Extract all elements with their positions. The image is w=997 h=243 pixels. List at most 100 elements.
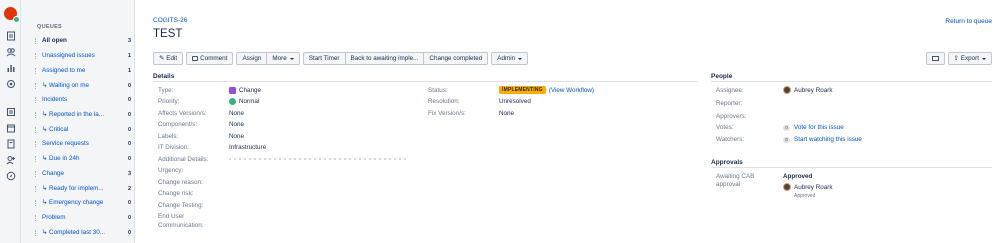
approver-status: Approved <box>794 193 816 199</box>
queue-label: Problem <box>42 214 66 221</box>
queue-item-incidents[interactable]: Incidents 0 <box>35 94 131 105</box>
comment-button[interactable]: Comment <box>186 52 234 65</box>
queue-item-assigned-to-me[interactable]: Assigned to me 1 <box>35 65 131 76</box>
queue-item-completed-last-30[interactable]: ↳ Completed last 30... 0 <box>35 227 131 238</box>
add-people-icon[interactable] <box>5 154 16 165</box>
approver-name: Aubrey Roark <box>794 183 833 191</box>
approvals-heading: Approvals <box>711 159 743 166</box>
approval-label-line1: Awaiting CAB <box>716 173 755 180</box>
comment-icon <box>192 56 199 61</box>
customers-icon[interactable] <box>5 46 16 57</box>
drag-handle-icon[interactable] <box>35 214 38 221</box>
it-division-label: IT Division: <box>158 144 190 151</box>
queue-label: ↳ Ready for implem... <box>42 185 104 192</box>
queue-item-change[interactable]: Change 3 <box>35 168 131 179</box>
status-label: Status: <box>428 87 448 94</box>
edit-label: Edit <box>166 55 178 62</box>
compass-icon[interactable] <box>5 170 16 181</box>
queue-count: 0 <box>127 111 131 118</box>
drag-handle-icon[interactable] <box>35 67 38 74</box>
queue-item-critical[interactable]: ↳ Critical 0 <box>35 124 131 135</box>
drag-handle-icon[interactable] <box>35 199 38 206</box>
details-heading: Details <box>153 73 175 80</box>
drag-handle-icon[interactable] <box>35 126 38 133</box>
drag-handle-icon[interactable] <box>35 82 38 89</box>
priority-normal-icon <box>229 98 236 105</box>
admin-button[interactable]: Admin <box>491 52 529 65</box>
queue-label: ↳ Waiting on me <box>42 82 90 89</box>
calendar-icon[interactable] <box>5 122 16 133</box>
settings-icon[interactable] <box>5 78 16 89</box>
watchers-value: 0 Start watching this issue <box>783 136 862 143</box>
change-testing-label: Change Testing: <box>158 202 204 209</box>
drag-handle-icon[interactable] <box>35 111 38 118</box>
priority-text: Normal <box>239 98 260 105</box>
chevron-down-icon <box>982 57 986 60</box>
queue-item-emergency-change[interactable]: ↳ Emergency change 0 <box>35 197 131 208</box>
resolution-label: Resolution: <box>428 98 460 105</box>
people-heading: People <box>711 73 733 80</box>
drag-handle-icon[interactable] <box>35 52 38 59</box>
issue-toolbar: ✎ Edit Comment Assign More Start Timer Ba… <box>153 52 531 65</box>
queue-label: ↳ Reported in the la... <box>42 111 104 118</box>
queues-heading: QUEUES <box>37 24 63 30</box>
change-risk-label: Change risk: <box>158 190 194 197</box>
status-badge: IMPLEMENTING <box>499 86 546 94</box>
share-button[interactable] <box>925 52 945 65</box>
watchers-label: Watchers: <box>716 136 745 143</box>
drag-handle-icon[interactable] <box>35 96 38 103</box>
queue-item-problem[interactable]: Problem 0 <box>35 212 131 223</box>
issues-icon[interactable] <box>5 106 16 117</box>
queue-item-waiting-on-me[interactable]: ↳ Waiting on me 0 <box>35 80 131 91</box>
more-button[interactable]: More <box>266 52 300 65</box>
assign-button[interactable]: Assign <box>236 52 267 65</box>
view-workflow-link[interactable]: (View Workflow) <box>549 87 594 94</box>
queue-label: Incidents <box>42 96 68 103</box>
queue-count: 3 <box>127 37 131 44</box>
queue-label: ↳ Due in 24h <box>42 155 80 162</box>
type-value: Change <box>229 87 261 94</box>
queues-icon[interactable] <box>5 30 16 41</box>
queue-count: 0 <box>127 96 131 103</box>
queue-count: 0 <box>127 140 131 147</box>
edit-button[interactable]: ✎ Edit <box>153 52 184 65</box>
admin-label: Admin <box>497 55 516 62</box>
approval-label-line2: approval <box>716 181 741 188</box>
assignee-name: Aubrey Roark <box>794 86 833 94</box>
drag-handle-icon[interactable] <box>35 229 38 236</box>
queue-count: 0 <box>127 82 131 89</box>
drag-handle-icon[interactable] <box>35 170 38 177</box>
change-completed-button[interactable]: Change completed <box>423 52 489 65</box>
change-reason-label: Change reason: <box>158 179 203 186</box>
queue-item-all-open[interactable]: All open 3 <box>35 35 131 46</box>
issue-key-breadcrumb[interactable]: COGITS-26 <box>153 17 187 24</box>
reports-icon[interactable] <box>5 62 16 73</box>
issue-view: COGITS-26 TEST Return to queue ✎ Edit Com… <box>136 0 997 243</box>
queue-item-ready-for-implementation[interactable]: ↳ Ready for implem... 2 <box>35 183 131 194</box>
additional-details-label: Additional Details: <box>158 156 209 163</box>
watch-link[interactable]: Start watching this issue <box>794 136 862 143</box>
queue-item-due-in-24h[interactable]: ↳ Due in 24h 0 <box>35 153 131 164</box>
return-to-queue-link[interactable]: Return to queue <box>945 18 992 25</box>
vote-link[interactable]: Vote for this issue <box>794 124 844 131</box>
drag-handle-icon[interactable] <box>35 155 38 162</box>
watchers-count: 0 <box>783 136 790 143</box>
chevron-down-icon <box>289 57 294 60</box>
drag-handle-icon[interactable] <box>35 140 38 147</box>
approver: Aubrey Roark <box>783 183 833 191</box>
fix-version-value: None <box>499 110 515 117</box>
export-button[interactable]: ⇪ Export <box>947 52 992 65</box>
drag-handle-icon[interactable] <box>35 37 38 44</box>
pages-icon[interactable] <box>5 138 16 149</box>
queue-item-reported-in-last[interactable]: ↳ Reported in the la... 0 <box>35 109 131 120</box>
status-value: IMPLEMENTING (View Workflow) <box>499 86 594 94</box>
drag-handle-icon[interactable] <box>35 185 38 192</box>
back-to-awaiting-button[interactable]: Back to awaiting imple... <box>344 52 424 65</box>
queue-item-unassigned[interactable]: Unassigned issues 1 <box>35 50 131 61</box>
project-avatar-icon[interactable] <box>4 7 20 23</box>
communication-label: Communication: <box>158 222 204 229</box>
people-divider <box>711 81 992 82</box>
start-timer-button[interactable]: Start Timer <box>302 52 345 65</box>
assignee-value[interactable]: Aubrey Roark <box>783 86 833 94</box>
queue-item-service-requests[interactable]: Service requests 0 <box>35 138 131 149</box>
